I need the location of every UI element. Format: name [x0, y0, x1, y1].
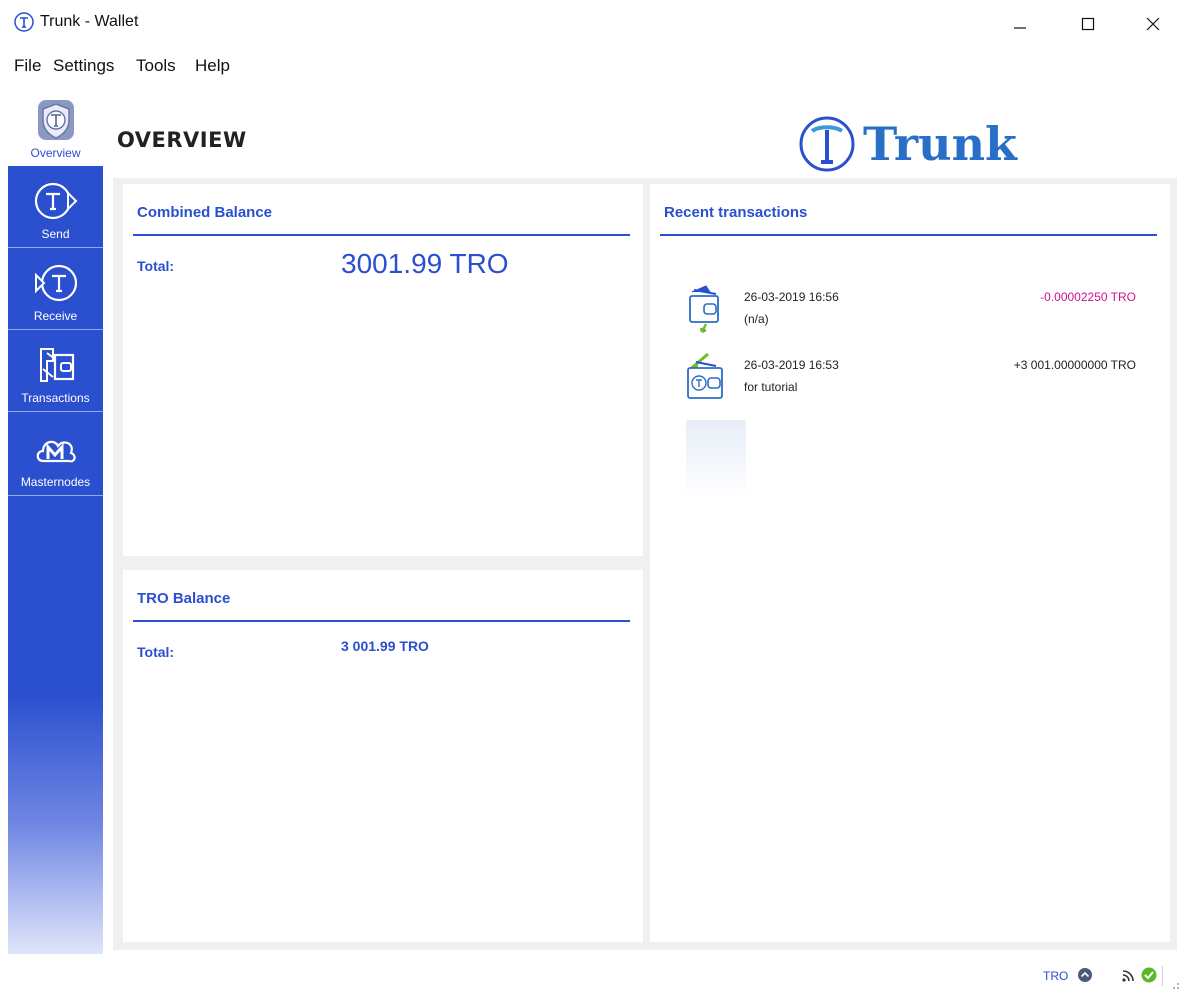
combined-balance-heading: Combined Balance [137, 204, 273, 221]
transaction-row[interactable]: 26-03-2019 16:53 for tutorial +3 001.000… [686, 352, 1156, 412]
transaction-description: for tutorial [744, 380, 798, 394]
combined-total-value: 3001.99 TRO [341, 248, 509, 279]
transaction-row[interactable]: 26-03-2019 16:56 (n/a) -0.00002250 TRO [686, 284, 1156, 344]
sidebar-item-label: Overview [30, 146, 81, 160]
divider [133, 620, 630, 622]
menu-bar: File Settings Tools Help [0, 52, 1184, 82]
transaction-date: 26-03-2019 16:56 [744, 290, 839, 304]
recent-transactions-panel: Recent transactions 26-03-2019 16:56 (n/… [650, 184, 1170, 942]
sidebar: Overview Send Receive Transactions Maste… [8, 84, 103, 954]
send-icon [34, 182, 77, 220]
trunk-brand-logo: Trunk [799, 116, 1018, 172]
tro-total-value: 3 001.99 TRO [341, 638, 429, 654]
unit-selector-icon[interactable] [1077, 967, 1093, 983]
wallet-send-icon [689, 285, 719, 334]
window-title: Trunk - Wallet [40, 13, 139, 30]
transaction-amount: -0.00002250 TRO [1040, 290, 1136, 304]
tro-balance-panel: TRO Balance Total: 3 001.99 TRO [123, 570, 643, 942]
trunk-app-icon [14, 12, 34, 32]
combined-balance-panel: Combined Balance Total: 3001.99 TRO [123, 184, 643, 556]
menu-help[interactable]: Help [195, 56, 230, 76]
masternodes-icon [36, 440, 76, 463]
title-bar: Trunk - Wallet [0, 0, 1184, 52]
sidebar-item-send[interactable]: Send [8, 166, 103, 248]
status-bar: TRO [0, 958, 1184, 995]
transactions-icon [39, 348, 74, 382]
menu-settings[interactable]: Settings [53, 56, 114, 76]
menu-tools[interactable]: Tools [136, 56, 176, 76]
transaction-date: 26-03-2019 16:53 [744, 358, 839, 372]
brand-name: Trunk [863, 117, 1018, 171]
sidebar-item-receive[interactable]: Receive [8, 248, 103, 330]
sidebar-item-label: Transactions [21, 391, 90, 405]
recent-transactions-heading: Recent transactions [664, 204, 808, 221]
sidebar-item-overview[interactable]: Overview [8, 84, 103, 166]
divider [660, 234, 1157, 236]
overview-shield-icon [37, 100, 74, 140]
minimize-icon [1014, 27, 1026, 29]
divider [133, 234, 630, 236]
maximize-button[interactable] [1065, 6, 1111, 42]
wallet-receive-icon [687, 352, 723, 399]
minimize-button[interactable] [997, 6, 1043, 42]
sidebar-item-transactions[interactable]: Transactions [8, 330, 103, 412]
sidebar-item-masternodes[interactable]: Masternodes [8, 414, 103, 496]
page-title: OVERVIEW [117, 128, 247, 152]
transaction-description: (n/a) [744, 312, 769, 326]
close-icon [1146, 17, 1160, 31]
overview-content: Combined Balance Total: 3001.99 TRO TRO … [113, 178, 1177, 950]
receive-icon [34, 264, 77, 302]
sync-ok-icon [1141, 967, 1157, 983]
combined-total-label: Total: [137, 258, 175, 274]
network-activity-icon [1122, 970, 1134, 982]
tro-total-label: Total: [137, 644, 175, 660]
menu-file[interactable]: File [14, 56, 41, 76]
sidebar-item-label: Masternodes [20, 475, 91, 489]
maximize-icon [1081, 17, 1095, 31]
tro-balance-heading: TRO Balance [137, 590, 231, 607]
sidebar-item-label: Send [41, 227, 70, 241]
close-button[interactable] [1130, 6, 1176, 42]
divider [1162, 966, 1163, 986]
transaction-list-fade [686, 420, 746, 500]
display-unit-label[interactable]: TRO [1043, 969, 1068, 983]
resize-grip-icon[interactable] [1170, 980, 1180, 990]
transaction-amount: +3 001.00000000 TRO [1013, 358, 1136, 372]
sidebar-item-label: Receive [33, 309, 78, 323]
